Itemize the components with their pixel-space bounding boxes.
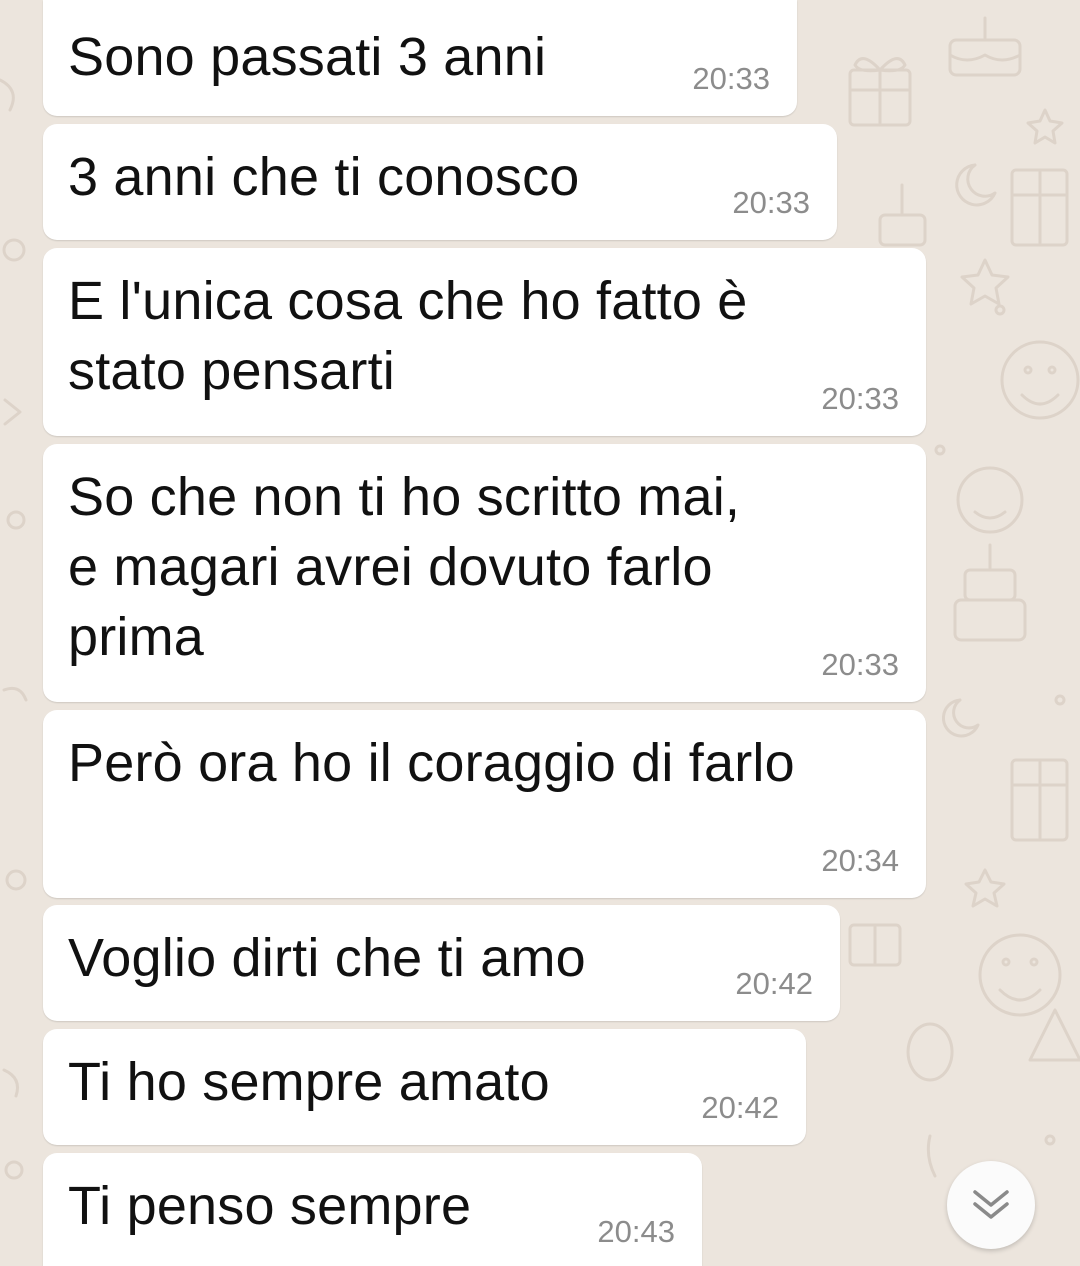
message-bubble[interactable]: Però ora ho il coraggio di farlo 20:34 (43, 710, 926, 898)
message-text: Voglio dirti che ti amo (68, 928, 586, 988)
message-list[interactable]: Sono passati 3 anni 20:33 3 anni che ti … (0, 0, 1080, 1266)
message-time: 20:33 (692, 61, 770, 96)
message-time: 20:33 (732, 185, 810, 220)
message-time: 20:42 (701, 1090, 779, 1125)
message-text: Ti penso sempre (68, 1176, 472, 1236)
message-bubble[interactable]: Sono passati 3 anni 20:33 (43, 0, 797, 116)
message-time: 20:43 (597, 1214, 675, 1249)
message-bubble[interactable]: Ti ho sempre amato 20:42 (43, 1029, 806, 1145)
message-bubble[interactable]: Ti penso sempre 20:43 (43, 1153, 702, 1266)
message-text: Però ora ho il coraggio di farlo (68, 733, 795, 793)
message-bubble[interactable]: 3 anni che ti conosco 20:33 (43, 124, 837, 240)
message-time: 20:34 (821, 843, 899, 878)
message-time: 20:42 (735, 966, 813, 1001)
message-bubble[interactable]: Voglio dirti che ti amo 20:42 (43, 905, 840, 1021)
message-time: 20:33 (821, 647, 899, 682)
message-text: Sono passati 3 anni (68, 27, 547, 87)
message-text: So che non ti ho scritto mai, e magari a… (68, 467, 741, 667)
double-chevron-down-icon (973, 1190, 1009, 1219)
message-text: Ti ho sempre amato (68, 1052, 550, 1112)
message-bubble[interactable]: So che non ti ho scritto mai, e magari a… (43, 444, 926, 702)
message-time: 20:33 (821, 381, 899, 416)
message-text: E l'unica cosa che ho fatto è stato pens… (68, 271, 748, 401)
scroll-to-bottom-button[interactable] (947, 1161, 1035, 1249)
message-text: 3 anni che ti conosco (68, 147, 580, 207)
message-bubble[interactable]: E l'unica cosa che ho fatto è stato pens… (43, 248, 926, 436)
